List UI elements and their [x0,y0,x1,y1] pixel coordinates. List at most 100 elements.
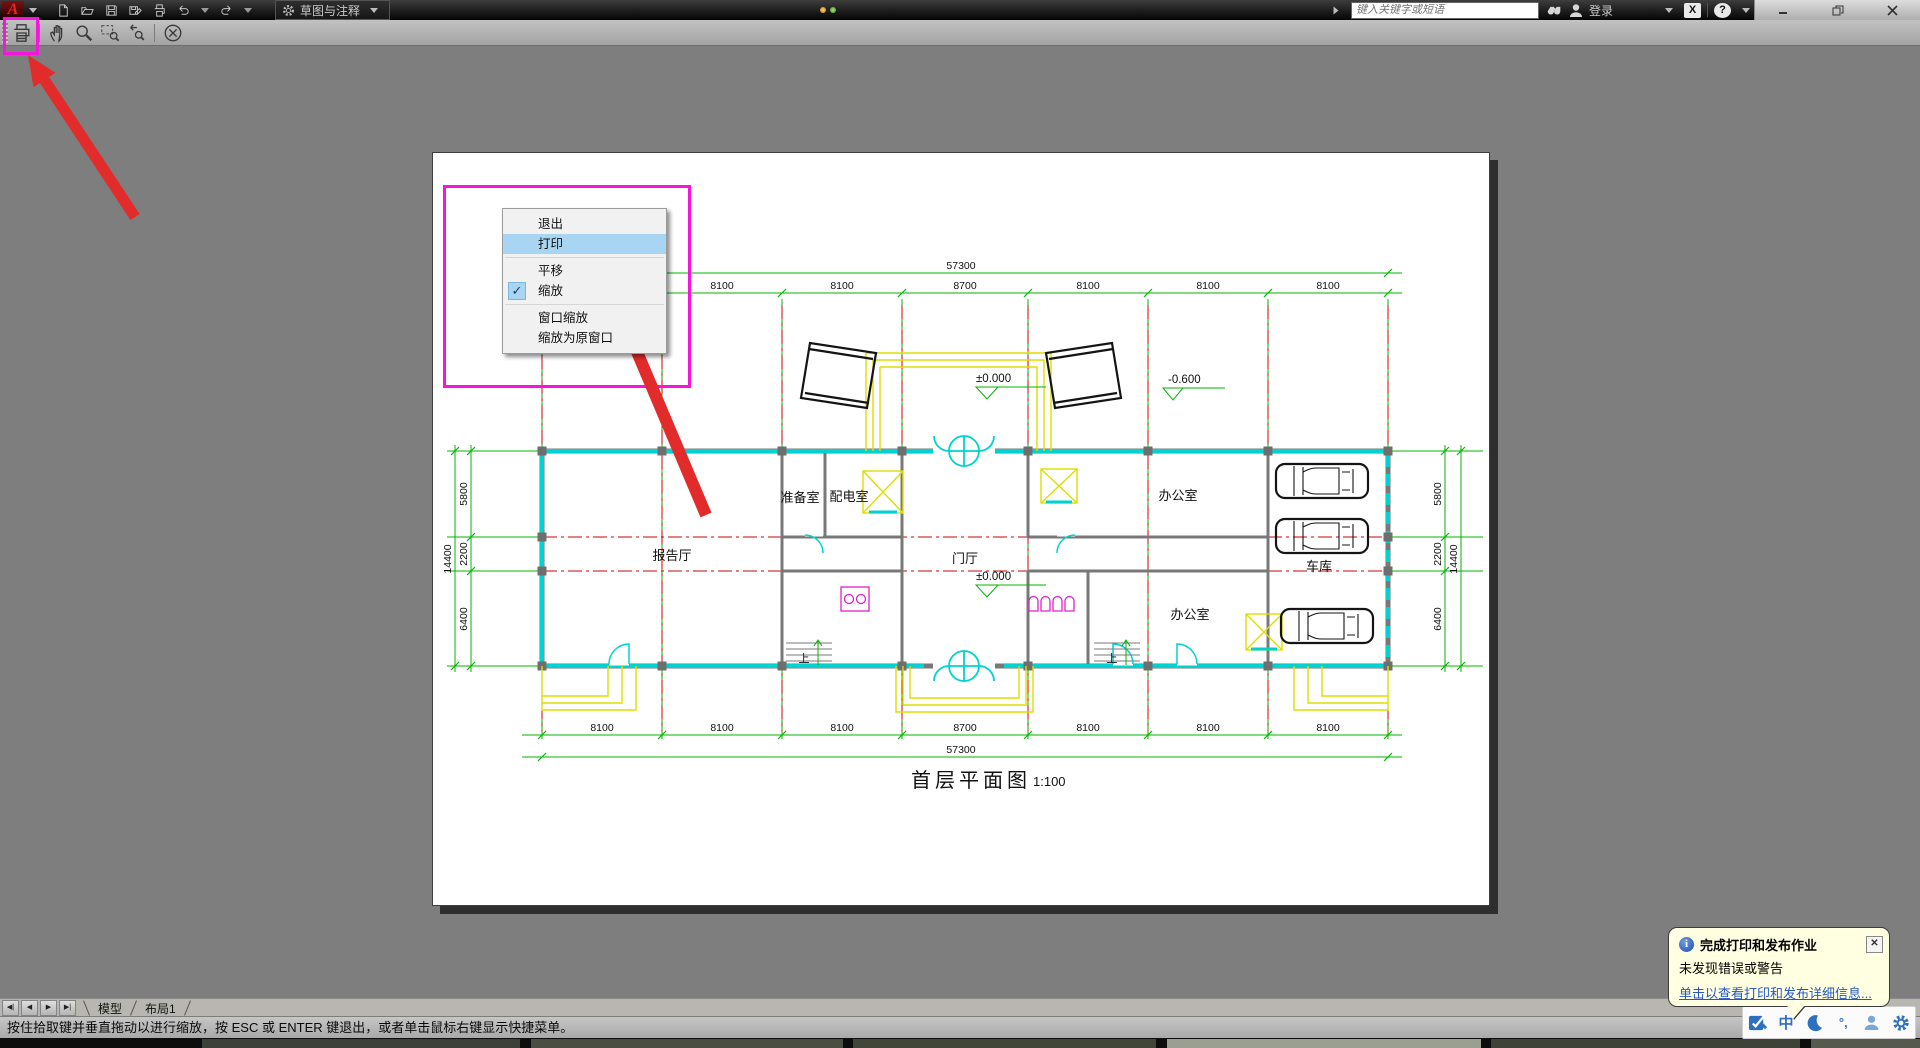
svg-text:8100: 8100 [1196,280,1220,292]
balloon-tail [1787,1005,1805,1019]
svg-text:14400: 14400 [442,544,454,573]
preview-toolbar [0,20,1920,46]
svg-text:14400: 14400 [1448,544,1460,573]
balloon-close-button[interactable]: ✕ [1866,936,1883,953]
taskbar-button[interactable] [202,1039,520,1048]
tab-model[interactable]: 模型 [94,1000,126,1017]
svg-text:8100: 8100 [830,280,854,292]
svg-text:8100: 8100 [1196,722,1220,734]
svg-text:2200: 2200 [458,542,470,566]
new-file-icon[interactable] [56,3,71,18]
room-label-office-bottom: 办公室 [1170,607,1209,622]
taskbar-button[interactable] [1491,1039,1800,1048]
zoom-window-button[interactable] [97,22,123,44]
menu-separator [505,257,664,258]
workspace-switcher[interactable]: 草图与注释 [275,0,391,20]
context-menu: 退出 打印 平移 ✓ 缩放 窗口缩放 缩放为原窗口 [502,208,667,354]
ime-pen-icon[interactable] [1745,1011,1769,1035]
gear-icon [283,4,294,16]
svg-text:8700: 8700 [953,722,977,734]
window-controls [1754,0,1920,20]
room-label-garage: 车库 [1306,559,1332,574]
help-caret-icon[interactable] [1742,7,1750,13]
plot-button-highlight [3,17,39,55]
menu-item-zoom-original[interactable]: 缩放为原窗口 [503,328,666,348]
search-binoculars-icon[interactable] [1545,3,1563,18]
app-menu-caret-icon[interactable] [29,7,37,13]
ime-user-icon[interactable] [1860,1011,1884,1035]
sync-status-icon [830,7,837,13]
svg-text:±0.000: ±0.000 [976,571,1011,583]
room-label-foyer: 门厅 [952,551,978,566]
close-preview-button[interactable] [160,22,186,44]
pan-button[interactable] [45,22,71,44]
workspace-caret-icon [370,7,379,13]
help-icon[interactable]: ? [1714,2,1731,18]
status-hint-text: 按住拾取键并垂直拖动以进行缩放，按 ESC 或 ENTER 键退出，或者单击鼠标… [7,1020,574,1035]
menu-item-exit[interactable]: 退出 [503,214,666,234]
ime-tray-bar: 中 °, [1742,1006,1916,1039]
taskbar-button[interactable] [531,1039,843,1048]
redo-icon[interactable] [219,3,234,18]
status-bar: 按住拾取键并垂直拖动以进行缩放，按 ESC 或 ENTER 键退出，或者单击鼠标… [0,1016,1920,1038]
undo-caret-icon[interactable] [201,7,209,13]
svg-text:-0.600: -0.600 [1168,374,1201,386]
svg-text:8100: 8100 [590,722,614,734]
level-markers: ±0.000 -0.600 ±0.000 [974,373,1225,598]
shaft-symbols [862,468,1283,651]
room-label-hall: 报告厅 [652,548,691,563]
svg-text:5800: 5800 [1432,482,1444,506]
tab-nav-first[interactable]: ◀| [2,1000,19,1016]
balloon-title: 完成打印和发布作业 [1700,938,1818,953]
menu-item-zoom[interactable]: ✓ 缩放 [503,281,666,301]
zoom-previous-button[interactable] [123,22,149,44]
plot-notification-balloon: i 完成打印和发布作业 ✕ 未发现错误或警告 单击以查看打印和发布详细信息... [1668,927,1890,1019]
search-input[interactable] [1350,1,1539,19]
minimize-button[interactable] [1766,2,1800,18]
svg-text:5800: 5800 [458,482,470,506]
ime-fullwidth-moon-icon[interactable] [1803,1011,1827,1035]
tab-nav-prev[interactable]: ◀ [21,1000,38,1016]
svg-text:1:100: 1:100 [1033,774,1066,789]
save-as-icon[interactable] [128,3,143,18]
ime-settings-gear-icon[interactable] [1889,1011,1913,1035]
dim-total-bottom: 57300 [946,744,975,756]
ime-punctuation-icon[interactable]: °, [1831,1011,1855,1035]
garage-cars [1274,462,1375,645]
menu-item-pan[interactable]: 平移 [503,261,666,281]
login-caret-icon[interactable] [1665,7,1673,13]
svg-text:上: 上 [1107,652,1118,665]
menu-item-print[interactable]: 打印 [503,234,666,254]
zoom-button[interactable] [71,22,97,44]
open-file-icon[interactable] [80,3,95,18]
tab-nav-last[interactable]: ▶| [59,1000,76,1016]
svg-text:8100: 8100 [710,722,734,734]
login-link[interactable]: 登录 [1589,2,1613,19]
drawing-title: 首层平面图 1:100 [911,769,1066,792]
menu-item-zoom-window[interactable]: 窗口缩放 [503,308,666,328]
svg-text:8100: 8100 [1076,722,1100,734]
exchange-apps-icon[interactable]: X [1684,2,1701,18]
restore-button[interactable] [1821,2,1855,18]
menu-separator [505,304,664,305]
undo-icon[interactable] [176,3,191,18]
svg-text:8100: 8100 [830,722,854,734]
taskbar-button-active[interactable] [1167,1039,1481,1048]
redo-caret-icon[interactable] [244,7,252,13]
balloon-details-link[interactable]: 单击以查看打印和发布详细信息... [1669,979,1889,1002]
plot-icon[interactable] [152,3,167,18]
windows-taskbar [0,1038,1920,1048]
taskbar-button[interactable] [853,1039,1156,1048]
svg-text:2200: 2200 [1432,542,1444,566]
tab-layout1[interactable]: 布局1 [141,1000,180,1017]
close-button[interactable] [1876,2,1910,18]
svg-text:8100: 8100 [1076,280,1100,292]
preview-canvas[interactable]: 57300 8100 8100 8100 8700 8100 8100 8100… [0,45,1920,998]
layout-tab-bar: ◀| ◀ ▶ ▶| 模型 布局1 [0,998,1920,1017]
quick-access-toolbar [56,3,253,18]
search-expand-icon[interactable] [1333,6,1339,14]
save-icon[interactable] [104,3,119,18]
taskbar-button[interactable] [1811,1039,1920,1048]
svg-text:8100: 8100 [710,280,734,292]
tab-nav-next[interactable]: ▶ [40,1000,57,1016]
